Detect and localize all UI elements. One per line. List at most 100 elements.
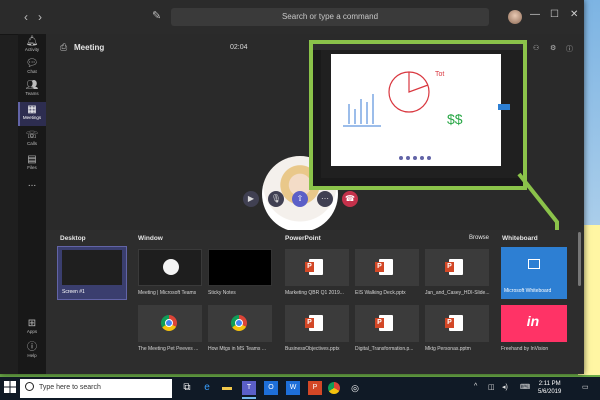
section-powerpoint: PowerPoint — [285, 235, 321, 242]
screen-tile[interactable]: Screen #1 — [57, 246, 127, 300]
compose-icon[interactable]: ✎ — [152, 9, 161, 22]
teams-taskbar-icon[interactable]: T — [242, 381, 256, 399]
ppt-tile-digital-transformation[interactable] — [355, 305, 419, 342]
outlook-icon[interactable]: O — [264, 381, 278, 395]
powerpoint-icon — [375, 259, 393, 275]
whiteboard-drawing: Tot $$ — [343, 71, 463, 160]
share-icon: ⇧ — [296, 194, 304, 203]
browse-link[interactable]: Browse — [469, 235, 489, 241]
section-whiteboard: Whiteboard — [502, 235, 538, 242]
network-icon[interactable]: ◫ — [488, 383, 495, 391]
title-bar: ‹ › ✎ Search or type a command — ☐ ✕ — [0, 0, 584, 35]
settings-icon[interactable]: ⚙ — [550, 44, 556, 52]
whiteboard-tile-microsoft[interactable]: Microsoft Whiteboard — [501, 247, 567, 299]
whiteboard-preview: Tot $$ — [309, 40, 527, 190]
whiteboard-tile-invision[interactable]: in — [501, 305, 567, 342]
chrome-icon — [231, 315, 247, 331]
edge-icon[interactable]: e — [200, 381, 214, 395]
share-button[interactable]: ⇧ — [292, 191, 308, 207]
windows-taskbar: Type here to search ⧉ e ▬ T O W P ◎ ^ ◫ … — [0, 377, 600, 400]
tray-chevron-icon[interactable]: ^ — [474, 383, 477, 390]
rail-item-meetings[interactable]: ▦ Meetings — [18, 102, 46, 126]
rail-item-activity[interactable]: 🔔︎ Activity — [18, 34, 46, 56]
window-tile-sticky-notes[interactable] — [208, 249, 272, 286]
hang-up-icon: ☎ — [345, 194, 355, 203]
bell-icon: 🔔︎ — [25, 36, 39, 47]
phone-icon: ☏ — [25, 130, 39, 141]
whiteboard-icon — [528, 259, 540, 269]
forward-arrow-icon[interactable]: › — [38, 10, 42, 24]
ppt-tile-marketing-qbr[interactable] — [285, 249, 349, 286]
ppt-tile-mktg-personas[interactable] — [425, 305, 489, 342]
windows-start-icon[interactable] — [4, 381, 16, 393]
svg-text:$$: $$ — [447, 111, 463, 127]
more-icon: ... — [27, 178, 37, 189]
minimize-icon[interactable]: — — [530, 9, 540, 20]
meeting-icon: ⎙ — [60, 42, 68, 52]
ppt-tile-eis-walking[interactable] — [355, 249, 419, 286]
chrome-taskbar-icon[interactable] — [328, 382, 340, 394]
teams-logo-icon — [163, 259, 179, 275]
screen-thumbnail — [62, 250, 122, 285]
preview-canvas: Tot $$ — [331, 54, 501, 166]
file-icon: ▤ — [27, 154, 37, 165]
preview-title-bar — [313, 44, 523, 50]
preview-taskbar — [313, 178, 523, 186]
language-icon[interactable]: ⌨ — [520, 383, 530, 391]
avatar[interactable] — [508, 10, 522, 24]
app-taskbar-icon[interactable]: ◎ — [348, 381, 362, 395]
rail-item-chat[interactable]: 💬︎ Chat — [18, 56, 46, 78]
rail-item-files[interactable]: ▤ Files — [18, 152, 46, 174]
rail-item-teams[interactable]: 👥︎ Teams — [18, 78, 46, 100]
preview-rail — [313, 50, 321, 180]
ppt-tile-jan-casey[interactable] — [425, 249, 489, 286]
hang-up-button[interactable]: ☎ — [342, 191, 358, 207]
word-icon[interactable]: W — [286, 381, 300, 395]
taskbar-clock[interactable]: 2:11 PM 5/6/2019 — [538, 380, 561, 396]
calendar-icon: ▦ — [27, 104, 37, 115]
help-icon: ⓘ — [27, 342, 37, 353]
search-icon — [25, 382, 34, 391]
camera-button[interactable]: ▶ — [243, 191, 259, 207]
info-icon[interactable]: ⓘ — [566, 44, 573, 54]
section-window: Window — [138, 235, 163, 242]
rail-item-calls[interactable]: ☏ Calls — [18, 128, 46, 150]
window-tile-mtgs[interactable] — [208, 305, 272, 342]
more-options-button[interactable]: ⋯ — [317, 191, 333, 207]
window-tile-pet-peeves[interactable] — [138, 305, 202, 342]
close-icon[interactable]: ✕ — [570, 9, 578, 20]
volume-icon[interactable]: ◂) — [502, 383, 508, 391]
participants-icon[interactable]: ⚇ — [533, 44, 539, 52]
rail-item-apps[interactable]: ⊞ Apps — [18, 316, 46, 338]
taskbar-search-input[interactable]: Type here to search — [20, 379, 172, 398]
search-input[interactable]: Search or type a command — [171, 8, 489, 26]
app-rail: 🔔︎ Activity 💬︎ Chat 👥︎ Teams ▦ Meetings … — [18, 34, 46, 374]
rail-item-more[interactable]: ... — [18, 178, 46, 192]
mic-button[interactable]: 🎙︎ — [268, 191, 284, 207]
powerpoint-icon — [305, 259, 323, 275]
maximize-icon[interactable]: ☐ — [550, 9, 559, 20]
file-explorer-icon[interactable]: ▬ — [220, 381, 234, 395]
notifications-icon[interactable]: ▭ — [582, 383, 589, 391]
task-view-icon[interactable]: ⧉ — [180, 381, 194, 395]
powerpoint-icon — [445, 259, 463, 275]
chat-icon: 💬︎ — [25, 58, 39, 69]
apps-icon: ⊞ — [27, 318, 37, 329]
meeting-timer: 02:04 — [230, 44, 248, 51]
svg-text:Tot: Tot — [435, 71, 444, 78]
preview-blue-button — [498, 104, 510, 110]
powerpoint-icon — [305, 315, 323, 331]
rail-item-help[interactable]: ⓘ Help — [18, 340, 46, 362]
mic-icon: 🎙︎ — [270, 194, 282, 203]
powerpoint-icon — [375, 315, 393, 331]
powerpoint-icon — [445, 315, 463, 331]
powerpoint-taskbar-icon[interactable]: P — [308, 381, 322, 395]
section-desktop: Desktop — [60, 235, 86, 242]
ppt-tile-business-objectives[interactable] — [285, 305, 349, 342]
share-tray-scrollbar[interactable] — [578, 232, 581, 286]
back-arrow-icon[interactable]: ‹ — [24, 10, 28, 24]
meeting-title: Meeting — [74, 43, 105, 52]
window-tile-teams[interactable] — [138, 249, 202, 286]
more-icon: ⋯ — [321, 194, 329, 203]
camera-icon: ▶ — [247, 194, 255, 203]
